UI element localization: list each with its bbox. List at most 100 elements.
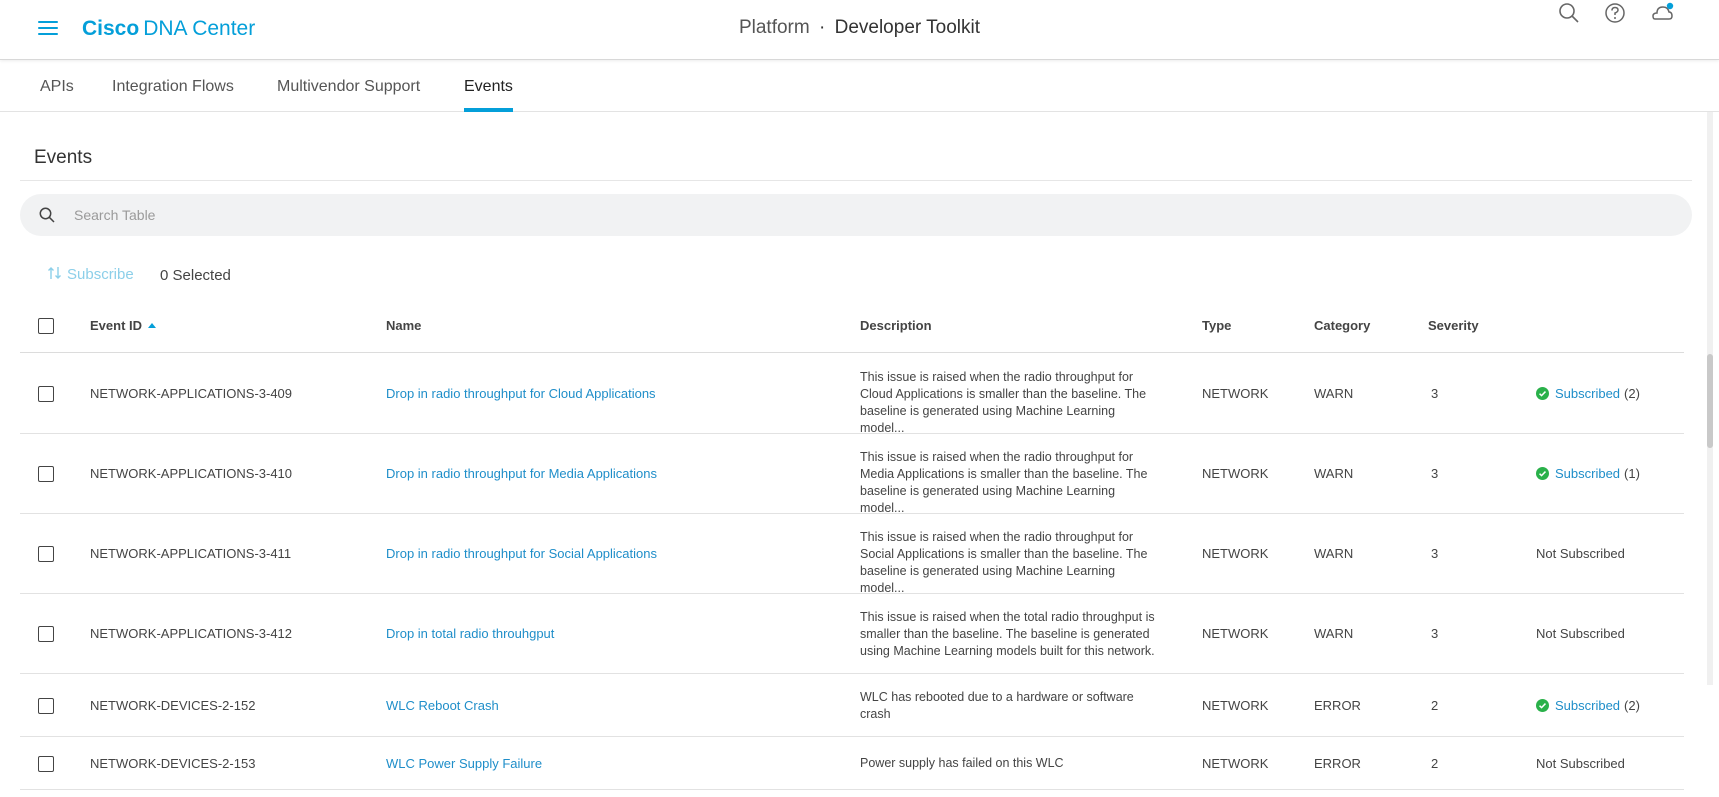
heading-toolkit: Developer Toolkit — [834, 17, 981, 38]
cell-event-id: NETWORK-APPLICATIONS-3-411 — [90, 546, 292, 561]
cell-type: NETWORK — [1202, 755, 1269, 771]
search-input[interactable] — [74, 194, 1654, 236]
cell-category: WARN — [1314, 466, 1354, 481]
description-line: baseline is generated using Machine Lear… — [860, 563, 1116, 595]
row-checkbox[interactable] — [38, 626, 54, 642]
subscription-count: (2) — [1624, 386, 1640, 401]
description-line: Social Applications is smaller than the … — [860, 546, 1148, 561]
cell-type: NETWORK — [1202, 546, 1269, 561]
tab-events[interactable]: Events — [464, 78, 513, 96]
cell-category: ERROR — [1314, 697, 1361, 713]
subscription-status: Subscribed (2) — [1536, 698, 1640, 713]
row-checkbox[interactable] — [38, 546, 54, 562]
event-name-link[interactable]: Drop in radio throughput for Cloud Appli… — [386, 386, 656, 401]
subscribe-button[interactable]: Subscribe — [47, 265, 134, 283]
column-header-severity[interactable]: Severity — [1428, 318, 1479, 333]
subscription-count: (1) — [1624, 466, 1640, 481]
search-bar[interactable] — [20, 194, 1692, 236]
subscribed-link[interactable]: Subscribed — [1555, 466, 1620, 481]
table-row[interactable]: NETWORK-APPLICATIONS-3-412 Drop in total … — [20, 594, 1684, 674]
top-header: Cisco DNA Center Platform · Developer Too… — [0, 0, 1719, 60]
description-line: using Machine Learning models built for … — [860, 643, 1155, 658]
heading-platform: Platform — [738, 17, 810, 38]
tab-apis[interactable]: APIs — [40, 78, 74, 96]
table-row[interactable]: NETWORK-APPLICATIONS-3-410 Drop in radio … — [20, 434, 1684, 517]
row-checkbox[interactable] — [38, 697, 54, 714]
subscribed-link[interactable]: Subscribed — [1555, 386, 1620, 401]
sort-ascending-icon — [148, 323, 157, 328]
event-name-link[interactable]: Drop in radio throughput for Social Appl… — [386, 546, 657, 561]
cell-description: This issue is raised when the radio thro… — [860, 449, 1160, 517]
column-header-category[interactable]: Category — [1314, 318, 1370, 333]
section-title: Events — [34, 147, 93, 168]
help-icon[interactable] — [1602, 0, 1628, 26]
cell-severity: 3 — [1431, 386, 1439, 401]
select-all-checkbox[interactable] — [38, 318, 54, 334]
row-checkbox[interactable] — [38, 755, 54, 772]
cell-type: NETWORK — [1202, 386, 1269, 401]
cell-type: NETWORK — [1202, 466, 1269, 481]
event-name-link[interactable]: WLC Reboot Crash — [386, 698, 499, 713]
subscription-status: Not Subscribed — [1536, 546, 1625, 561]
description-line: WLC has rebooted due to a hardware or so… — [860, 689, 1134, 704]
table-row[interactable]: NETWORK-DEVICES-2-152 WLC Reboot Crash WLC… — [20, 674, 1684, 737]
column-header-type[interactable]: Type — [1202, 318, 1231, 333]
check-circle-icon — [1536, 467, 1549, 480]
row-checkbox[interactable] — [38, 466, 54, 482]
description-line: This issue is raised when the radio thro… — [860, 449, 1134, 464]
subscription-status: Subscribed (2) — [1536, 386, 1640, 401]
cell-event-id: NETWORK-APPLICATIONS-3-410 — [90, 466, 293, 481]
divider — [20, 180, 1692, 181]
notifications-icon[interactable] — [1649, 0, 1675, 26]
description-line: This issue is raised when the radio thro… — [860, 369, 1134, 384]
cell-type: NETWORK — [1202, 626, 1269, 641]
subscription-status: Subscribed (1) — [1536, 466, 1640, 481]
cell-event-id: NETWORK-DEVICES-2-152 — [90, 697, 256, 713]
description-line: smaller than the baseline. The baseline … — [860, 626, 1150, 641]
table-row[interactable]: NETWORK-DEVICES-2-153 WLC Power Supply Fa… — [20, 737, 1684, 790]
event-name-link[interactable]: WLC Power Supply Failure — [386, 756, 542, 771]
cell-severity: 3 — [1431, 626, 1439, 641]
cell-description: Power supply has failed on this WLC — [860, 755, 1160, 772]
cell-event-id: NETWORK-APPLICATIONS-3-412 — [90, 626, 293, 641]
table-row[interactable]: NETWORK-APPLICATIONS-3-409 Drop in radio … — [20, 354, 1684, 435]
cell-event-id: NETWORK-APPLICATIONS-3-409 — [90, 386, 293, 401]
subscribe-icon — [48, 267, 61, 279]
cell-severity: 3 — [1431, 466, 1439, 481]
cell-event-id: NETWORK-DEVICES-2-153 — [90, 755, 256, 771]
cell-severity: 2 — [1431, 697, 1439, 713]
description-line: baseline is generated using Machine Lear… — [860, 483, 1116, 515]
table-header: Event ID Name Description Type Category … — [20, 305, 1684, 353]
check-circle-icon — [1536, 698, 1549, 712]
subscription-count: (2) — [1624, 697, 1640, 713]
search-icon[interactable] — [1556, 0, 1582, 26]
description-line: Power supply has failed on this WLC — [860, 756, 1064, 770]
description-line: This issue is raised when the radio thro… — [860, 529, 1134, 544]
description-line: Media Applications is smaller than the b… — [860, 466, 1148, 481]
event-name-link[interactable]: Drop in radio throughput for Media Appli… — [386, 466, 657, 481]
active-tab-indicator — [464, 108, 513, 112]
cell-category: WARN — [1314, 546, 1354, 561]
event-name-link[interactable]: Drop in total radio throuhgput — [386, 626, 554, 641]
row-checkbox[interactable] — [38, 386, 54, 402]
column-header-description[interactable]: Description — [860, 318, 932, 333]
column-header-name[interactable]: Name — [386, 318, 421, 333]
tab-multivendor-support[interactable]: Multivendor Support — [277, 78, 420, 96]
column-header-event-id[interactable]: Event ID — [90, 318, 157, 333]
cell-severity: 3 — [1431, 546, 1439, 561]
subscribed-link[interactable]: Subscribed — [1555, 698, 1620, 713]
subscribe-label: Subscribe — [67, 266, 134, 283]
tab-integration-flows[interactable]: Integration Flows — [112, 78, 234, 96]
description-line: Cloud Applications is smaller than the b… — [860, 386, 1147, 401]
check-circle-icon — [1536, 387, 1549, 400]
tab-bar: APIs Integration Flows Multivendor Suppo… — [0, 60, 1719, 112]
cell-category: WARN — [1314, 386, 1354, 401]
cell-type: NETWORK — [1202, 697, 1269, 713]
cell-description: This issue is raised when the total radi… — [860, 609, 1160, 660]
table-row[interactable]: NETWORK-APPLICATIONS-3-411 Drop in radio … — [20, 514, 1684, 595]
cell-severity: 2 — [1431, 755, 1439, 771]
cell-category: ERROR — [1314, 755, 1361, 771]
cell-category: WARN — [1314, 626, 1354, 641]
table-scrollbar-thumb[interactable] — [1707, 354, 1713, 448]
cell-description: WLC has rebooted due to a hardware or so… — [860, 689, 1160, 723]
